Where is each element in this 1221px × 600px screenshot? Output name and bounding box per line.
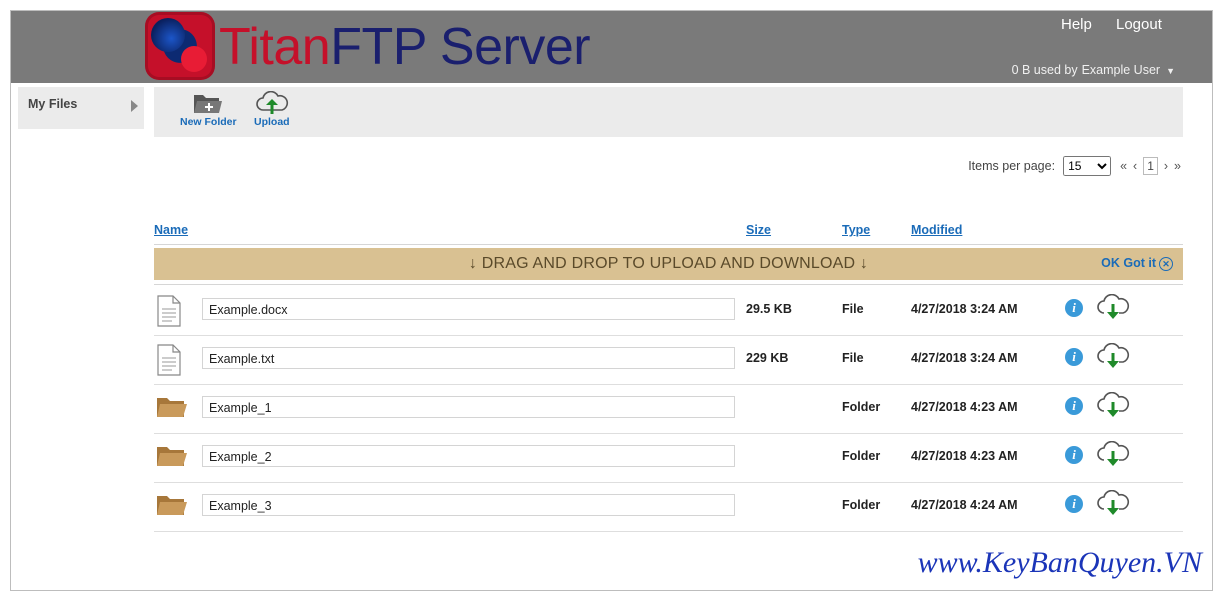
file-name-field[interactable]: Example_3	[202, 494, 735, 516]
file-name-field[interactable]: Example_1	[202, 396, 735, 418]
file-name-field[interactable]: Example_2	[202, 445, 735, 467]
items-per-page-select[interactable]: 15	[1063, 156, 1112, 176]
file-type: Folder	[842, 400, 881, 414]
cloud-download-icon[interactable]	[1096, 489, 1130, 523]
file-size: 29.5 KB	[746, 302, 792, 316]
usage-text: 0 B used by	[1011, 63, 1078, 77]
prev-page-button[interactable]: ‹	[1133, 159, 1137, 173]
column-header-size[interactable]: Size	[746, 223, 771, 237]
sidebar-item-my-files[interactable]: My Files	[18, 87, 144, 129]
info-icon[interactable]: i	[1065, 397, 1083, 415]
close-icon: ✕	[1159, 256, 1173, 271]
folder-icon	[156, 393, 188, 426]
app-logo-text: TitanFTP Server	[219, 16, 591, 78]
logo-titan: Titan	[219, 18, 331, 76]
file-size: 229 KB	[746, 351, 789, 365]
table-row[interactable]: Example.docx 29.5 KB File 4/27/2018 3:24 AM…	[154, 286, 1183, 336]
file-name-field[interactable]: Example.docx	[202, 298, 735, 320]
table-row[interactable]: Example_2 Folder 4/27/2018 4:23 AM i	[154, 433, 1183, 483]
info-icon[interactable]: i	[1065, 446, 1083, 464]
document-icon	[156, 295, 182, 332]
file-modified: 4/27/2018 4:23 AM	[911, 400, 1018, 414]
file-type: Folder	[842, 449, 881, 463]
info-icon[interactable]: i	[1065, 495, 1083, 513]
logout-link[interactable]: Logout	[1116, 16, 1162, 33]
cloud-upload-icon	[256, 91, 288, 114]
next-page-button[interactable]: ›	[1164, 159, 1168, 173]
chevron-right-icon	[131, 100, 138, 112]
column-header-modified[interactable]: Modified	[911, 223, 962, 237]
toolbar: New Folder Upload	[154, 87, 1183, 137]
info-icon[interactable]: i	[1065, 299, 1083, 317]
new-folder-label: New Folder	[180, 116, 237, 128]
cloud-download-icon[interactable]	[1096, 440, 1130, 474]
caret-down-icon: ▼	[1166, 65, 1175, 76]
first-page-button[interactable]: «	[1120, 159, 1127, 173]
table-row[interactable]: Example_1 Folder 4/27/2018 4:23 AM i	[154, 384, 1183, 434]
folder-icon	[156, 491, 188, 524]
file-modified: 4/27/2018 3:24 AM	[911, 302, 1018, 316]
new-folder-icon	[194, 95, 223, 113]
sidebar-item-label: My Files	[28, 97, 78, 111]
items-per-page-label: Items per page:	[968, 159, 1056, 173]
current-page-button[interactable]: 1	[1143, 157, 1158, 175]
folder-icon	[156, 442, 188, 475]
table-row[interactable]: Example_3 Folder 4/27/2018 4:24 AM i	[154, 482, 1183, 532]
header-bar: TitanFTP Server Help Logout 0 B used by E…	[11, 11, 1212, 83]
file-type: Folder	[842, 498, 881, 512]
file-modified: 4/27/2018 4:23 AM	[911, 449, 1018, 463]
upload-label: Upload	[254, 116, 290, 128]
drag-drop-banner: ↓ DRAG AND DROP TO UPLOAD AND DOWNLOAD ↓…	[154, 248, 1183, 280]
last-page-button[interactable]: »	[1174, 159, 1181, 173]
ok-got-it-label: OK Got it	[1101, 256, 1156, 270]
new-folder-button[interactable]: New Folder	[180, 91, 237, 128]
titan-logo-icon	[145, 12, 215, 80]
cloud-download-icon[interactable]	[1096, 293, 1130, 327]
file-type: File	[842, 351, 864, 365]
cloud-download-icon[interactable]	[1096, 342, 1130, 376]
info-icon[interactable]: i	[1065, 348, 1083, 366]
pagination: Items per page: 15 « ‹ 1 › »	[968, 156, 1184, 176]
banner-text: ↓ DRAG AND DROP TO UPLOAD AND DOWNLOAD ↓	[468, 255, 869, 272]
usage-info[interactable]: 0 B used by Example User ▼	[1012, 63, 1175, 77]
column-header-type[interactable]: Type	[842, 223, 870, 237]
file-name-field[interactable]: Example.txt	[202, 347, 735, 369]
file-type: File	[842, 302, 864, 316]
column-header-name[interactable]: Name	[154, 223, 188, 237]
cloud-download-icon[interactable]	[1096, 391, 1130, 425]
table-row[interactable]: Example.txt 229 KB File 4/27/2018 3:24 AM i	[154, 335, 1183, 385]
help-link[interactable]: Help	[1061, 16, 1092, 33]
header-divider	[154, 244, 1183, 245]
banner-divider	[154, 284, 1183, 285]
file-modified: 4/27/2018 3:24 AM	[911, 351, 1018, 365]
ok-got-it-button[interactable]: OK Got it ✕	[1101, 256, 1173, 271]
app-window: TitanFTP Server Help Logout 0 B used by E…	[10, 10, 1213, 591]
user-menu[interactable]: Example User	[1082, 63, 1161, 77]
logo-ftp-server: FTP Server	[330, 18, 591, 76]
watermark: www.KeyBanQuyen.VN	[917, 546, 1202, 579]
file-modified: 4/27/2018 4:24 AM	[911, 498, 1018, 512]
upload-button[interactable]: Upload	[254, 91, 290, 128]
document-icon	[156, 344, 182, 381]
